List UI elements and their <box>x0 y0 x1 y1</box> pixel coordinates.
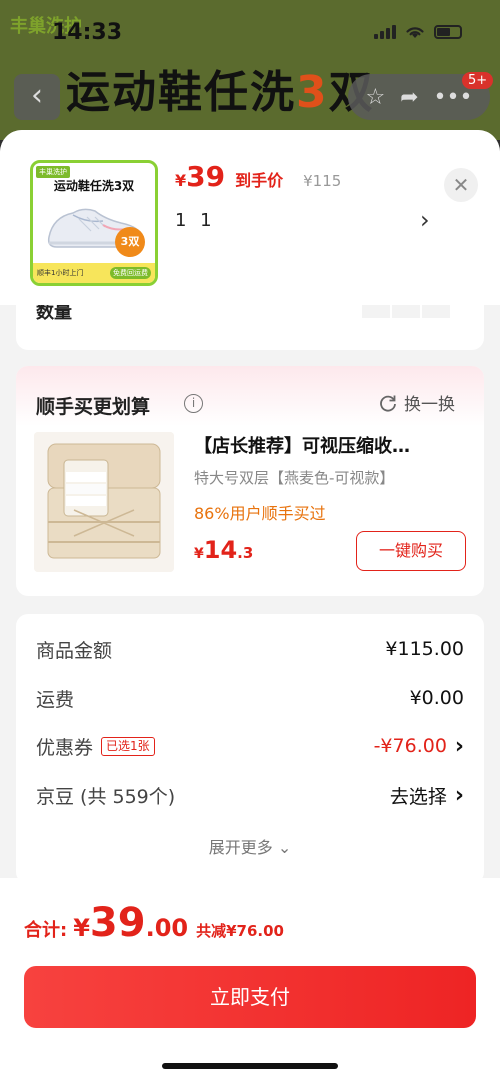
chevron-right-icon[interactable]: › <box>420 206 430 234</box>
upsell-title: 顺手买更划算 <box>36 396 151 418</box>
summary-row-goods: 商品金额 ¥115.00 <box>36 638 464 662</box>
storage-box-image[interactable] <box>34 432 174 572</box>
product-header: 丰巢洗护 运动鞋任洗3双 3双 顺丰1小时上门 免费回运费 ¥ 39 到手价 ¥… <box>0 130 500 305</box>
message-badge: 5+ <box>462 72 494 89</box>
home-indicator <box>162 1063 338 1069</box>
status-bar: 14:33 <box>0 0 500 60</box>
thumb-title: 运动鞋任洗3双 <box>53 179 135 193</box>
checkout-sheet: 丰巢洗护 运动鞋任洗3双 3双 顺丰1小时上门 免费回运费 ¥ 39 到手价 ¥… <box>0 130 500 1083</box>
thumb-footer: 顺丰1小时上门 免费回运费 <box>33 263 155 283</box>
status-time: 14:33 <box>52 20 123 45</box>
upsell-price: ¥14.3 <box>194 536 254 564</box>
order-summary: 商品金额 ¥115.00 运费 ¥0.00 优惠券 已选1张 -¥76.00 ›… <box>16 614 484 884</box>
info-icon[interactable]: i <box>184 394 203 413</box>
wifi-icon <box>406 27 424 38</box>
price-line: ¥ 39 到手价 ¥115 <box>175 160 341 193</box>
status-icons <box>374 24 462 40</box>
original-price: ¥115 <box>303 172 342 190</box>
price-value: 39 <box>186 160 226 193</box>
refresh-icon <box>380 395 396 412</box>
upsell-product-name[interactable]: 【店长推荐】可视压缩收… <box>194 432 466 458</box>
expand-more-button[interactable]: 展开更多 ⌄ <box>16 834 484 858</box>
total-discount: 共减¥76.00 <box>196 922 284 940</box>
thumb-badge: 3双 <box>115 227 145 257</box>
battery-icon <box>434 25 462 39</box>
summary-row-coupon[interactable]: 优惠券 已选1张 -¥76.00 › <box>36 731 464 761</box>
star-icon[interactable]: ☆ <box>365 85 385 110</box>
thumb-footer-right: 免费回运费 <box>110 267 151 279</box>
upsell-rate: 86%用户顺手买过 <box>194 504 326 523</box>
summary-row-shipping: 运费 ¥0.00 <box>36 687 464 711</box>
signal-icon <box>374 25 396 39</box>
thumb-footer-left: 顺丰1小时上门 <box>37 269 84 277</box>
share-icon[interactable]: ➦ <box>400 85 418 110</box>
checkout-footer: 合计: ¥ 39 .00 共减¥76.00 立即支付 <box>0 878 500 1083</box>
swap-button[interactable]: 换一换 <box>378 390 455 415</box>
chevron-right-icon: › <box>454 733 464 759</box>
summary-row-jingdou[interactable]: 京豆 (共 559个) 去选择 › <box>36 780 464 810</box>
upsell-spec: 特大号双层【燕麦色-可视款】 <box>194 469 395 487</box>
price-tag: 到手价 <box>235 171 284 190</box>
chevron-down-icon: ⌄ <box>277 838 292 857</box>
swap-label: 换一换 <box>404 395 455 415</box>
total-line: 合计: ¥ 39 .00 共减¥76.00 <box>24 900 284 946</box>
product-thumbnail: 丰巢洗护 运动鞋任洗3双 3双 顺丰1小时上门 免费回运费 <box>30 160 158 286</box>
price-currency: ¥ <box>175 171 187 190</box>
chevron-right-icon: › <box>454 782 464 808</box>
back-button[interactable]: ‹ <box>14 74 60 120</box>
close-button[interactable]: ✕ <box>444 168 478 202</box>
upsell-card: 顺手买更划算 i 换一换 【店长推荐】可视压缩收… 特大号双层【燕麦色-可视款】… <box>16 366 484 596</box>
one-click-buy-button[interactable]: 一键购买 <box>356 531 466 571</box>
banner-title: 运动鞋任洗3双 <box>66 67 373 118</box>
coupon-badge: 已选1张 <box>101 736 155 756</box>
spec-selector[interactable]: 1 1 <box>175 210 216 231</box>
pay-now-button[interactable]: 立即支付 <box>24 966 476 1028</box>
